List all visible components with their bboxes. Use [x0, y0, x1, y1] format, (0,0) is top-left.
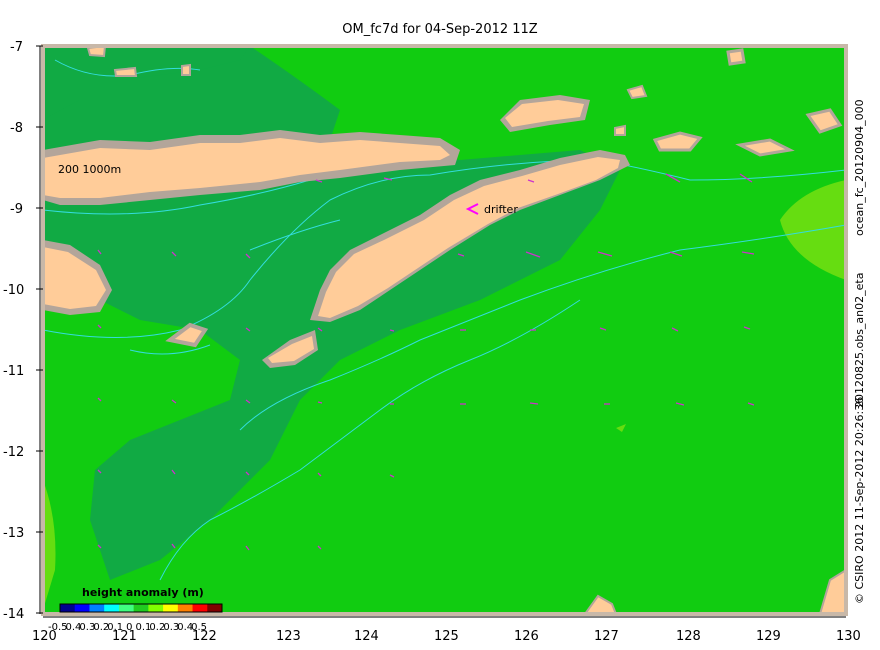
small-island-nw3	[181, 63, 191, 76]
side-text-mid: 20120825.obs_an02_eta	[853, 272, 866, 408]
y-tick-label: -12	[3, 445, 24, 460]
y-tick-label: -11	[3, 364, 24, 379]
y-tick-label: -9	[10, 202, 23, 217]
colorbar-swatch	[148, 604, 164, 612]
y-tick-label: -10	[3, 283, 24, 298]
side-text-bottom: © CSIRO 2012 11-Sep-2012 20:26:36	[853, 396, 866, 604]
colorbar-swatch	[163, 604, 179, 612]
y-tick-label: -14	[3, 607, 24, 622]
colorbar-swatch	[74, 604, 90, 612]
y-tick-label: -13	[3, 526, 24, 541]
legend-label: 0.1	[107, 622, 123, 633]
y-axis: -7 -8 -9 -10 -11 -12 -13 -14	[3, 40, 43, 622]
x-tick-label: 124	[354, 629, 379, 644]
x-tick-label: 128	[676, 629, 701, 644]
y-tick-label: -8	[10, 121, 23, 136]
legend-label: 0	[126, 622, 132, 633]
legend-tick-labels: -0.50.40.30.20.1 0 0.10.20.30.40.5	[48, 622, 207, 633]
small-island-n3	[614, 124, 626, 136]
colorbar-swatch	[118, 604, 135, 612]
side-text-top: ocean_fc_20120904_000	[853, 99, 866, 236]
map-plot: drifter 200 1000m -7 -8 -9 -10 -11 -12 -…	[3, 40, 861, 644]
x-tick-label: 127	[594, 629, 619, 644]
contour-label: 200 1000m	[58, 163, 121, 176]
drifter-label: drifter	[484, 203, 518, 216]
legend-title: height anomaly (m)	[82, 586, 204, 599]
colorbar-swatch	[133, 604, 149, 612]
small-island-nw2	[113, 66, 138, 77]
legend-label: 0.5	[191, 622, 207, 633]
x-tick-label: 123	[276, 629, 301, 644]
colorbar-swatch	[192, 604, 208, 612]
colorbar-swatch	[177, 604, 194, 612]
y-tick-label: -7	[10, 40, 23, 55]
colorbar-swatch	[207, 604, 223, 612]
small-island-n	[726, 48, 746, 66]
colorbar	[59, 603, 223, 613]
x-tick-label: 125	[434, 629, 459, 644]
x-tick-label: 130	[836, 629, 861, 644]
colorbar-swatch	[89, 604, 105, 612]
x-tick-label: 126	[514, 629, 539, 644]
x-tick-label: 129	[756, 629, 781, 644]
colorbar-swatch	[60, 604, 76, 612]
colorbar-swatch	[104, 604, 120, 612]
